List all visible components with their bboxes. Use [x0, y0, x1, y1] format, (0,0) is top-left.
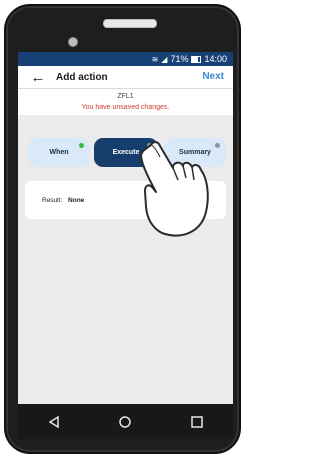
next-button[interactable]: Next [202, 71, 224, 82]
tab-execute[interactable]: Execute [94, 138, 158, 167]
nav-back-button[interactable] [43, 411, 65, 433]
tab-execute-label: Execute [112, 149, 140, 156]
tab-when-label: When [49, 149, 69, 156]
app-screen: ≋ ◢ 71% 14:00 ← Add action Next ZFL1 You… [18, 52, 233, 404]
status-bar: ≋ ◢ 71% 14:00 [18, 52, 233, 66]
complete-status-dot-icon [79, 143, 84, 148]
step-tabs: When Execute Summary [18, 136, 233, 170]
page-title: Add action [56, 71, 108, 83]
square-recent-icon [191, 415, 203, 428]
result-value: None [68, 197, 85, 204]
result-row: Result: None [42, 197, 84, 204]
triangle-back-icon [48, 415, 59, 428]
tab-when[interactable]: When [28, 138, 90, 167]
speaker-grille [103, 19, 157, 28]
pending-status-dot-icon [147, 143, 152, 148]
back-arrow-icon[interactable]: ← [28, 67, 48, 87]
wifi-icon: ≋ [151, 54, 159, 64]
nav-home-button[interactable] [114, 411, 136, 433]
action-subheader: ZFL1 You have unsaved changes. [18, 88, 233, 115]
action-name: ZFL1 [117, 93, 134, 100]
tab-summary-label: Summary [179, 149, 211, 156]
unsaved-warning: You have unsaved changes. [81, 104, 170, 111]
signal-icon: ◢ [161, 54, 168, 64]
result-card[interactable]: Result: None [25, 181, 226, 219]
top-app-bar: ← Add action Next [18, 66, 233, 88]
android-navigation-bar [18, 404, 233, 439]
circle-home-icon [119, 415, 132, 428]
result-label: Result: [42, 197, 63, 204]
battery-icon [191, 55, 202, 63]
front-camera [68, 37, 78, 47]
pending-status-dot-icon [215, 143, 220, 148]
tab-summary[interactable]: Summary [164, 138, 226, 167]
battery-percent: 71% [170, 54, 189, 64]
clock: 14:00 [204, 54, 227, 64]
nav-recent-button[interactable] [186, 411, 208, 433]
